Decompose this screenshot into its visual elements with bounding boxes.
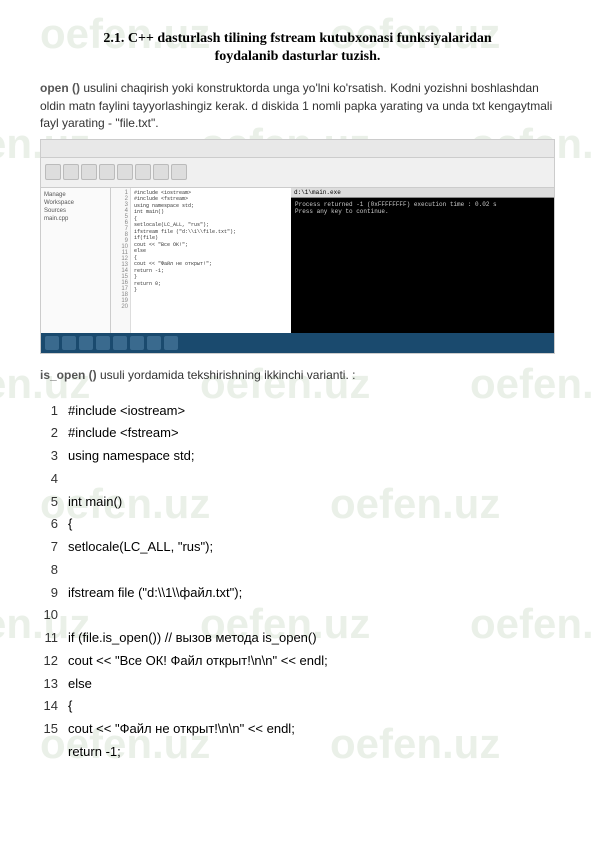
taskbar-icon	[62, 336, 76, 350]
toolbar-icon	[99, 164, 115, 180]
line-number: 2	[40, 422, 68, 445]
ss-toolbar	[41, 158, 554, 188]
code-text: cout << "Файл не открыт!\n\n" << endl;	[68, 718, 295, 741]
code-row: 6{	[40, 513, 555, 536]
toolbar-icon	[81, 164, 97, 180]
code-line: }	[134, 287, 288, 294]
toolbar-icon	[63, 164, 79, 180]
code-row: 3using namespace std;	[40, 445, 555, 468]
code-listing: 1#include <iostream>2#include <fstream>3…	[40, 400, 555, 764]
code-row: 1#include <iostream>	[40, 400, 555, 423]
side-item: Sources	[44, 207, 107, 215]
toolbar-icon	[171, 164, 187, 180]
ss-taskbar	[41, 333, 554, 353]
code-row: 5int main()	[40, 491, 555, 514]
code-text: cout << "Все ОК! Файл открыт!\n\n" << en…	[68, 650, 328, 673]
line-number: 9	[40, 582, 68, 605]
code-text: else	[68, 673, 92, 696]
heading-text-2: foydalanib dasturlar tuzish.	[215, 49, 381, 64]
line-number	[40, 741, 68, 764]
taskbar-icon	[45, 336, 59, 350]
line-number: 11	[40, 627, 68, 650]
taskbar-icon	[113, 336, 127, 350]
line-number: 12	[40, 650, 68, 673]
ss-body: Manage Workspace Sources main.cpp 123456…	[41, 188, 554, 333]
taskbar-icon	[79, 336, 93, 350]
taskbar-icon	[130, 336, 144, 350]
code-row: 12cout << "Все ОК! Файл открыт!\n\n" << …	[40, 650, 555, 673]
code-text: ifstream file ("d:\\1\\файл.txt");	[68, 582, 242, 605]
line-number: 7	[40, 536, 68, 559]
code-text: if (file.is_open()) // вызов метода is_o…	[68, 627, 317, 650]
line-number: 13	[40, 673, 68, 696]
taskbar-icon	[147, 336, 161, 350]
line-number: 1	[40, 400, 68, 423]
toolbar-icon	[45, 164, 61, 180]
code-text: return -1;	[68, 741, 121, 764]
ss-menubar	[41, 140, 554, 158]
heading-number: 2.1.	[103, 31, 124, 46]
line-number: 4	[40, 468, 68, 491]
toolbar-icon	[135, 164, 151, 180]
line-number: 10	[40, 604, 68, 627]
code-row: 4	[40, 468, 555, 491]
paragraph-text: usulini chaqirish yoki konstruktorda ung…	[40, 81, 552, 130]
side-item: main.cpp	[44, 215, 107, 223]
term-line: Press any key to continue.	[295, 208, 550, 215]
heading-text-1: C++ dasturlash tilining fstream kutubxon…	[128, 31, 492, 46]
gutter-line: 20	[113, 304, 128, 310]
isopen-keyword: is_open ()	[40, 368, 97, 382]
ss-gutter: 1234567891011121314151617181920	[111, 188, 131, 333]
taskbar-icon	[164, 336, 178, 350]
para2-text: usuli yordamida tekshirishning ikkinchi …	[97, 368, 356, 382]
code-row: 2#include <fstream>	[40, 422, 555, 445]
code-text: #include <fstream>	[68, 422, 179, 445]
term-title: d:\1\main.exe	[291, 188, 554, 198]
line-number: 3	[40, 445, 68, 468]
code-row: 15cout << "Файл не открыт!\n\n" << endl;	[40, 718, 555, 741]
ss-code-editor: #include <iostream>#include <fstream>usi…	[131, 188, 291, 333]
code-text: using namespace std;	[68, 445, 194, 468]
side-title: Manage	[44, 191, 107, 199]
line-number: 6	[40, 513, 68, 536]
code-text: {	[68, 695, 72, 718]
code-text: int main()	[68, 491, 122, 514]
code-text: #include <iostream>	[68, 400, 185, 423]
open-keyword: open ()	[40, 81, 80, 95]
code-row: 7setlocale(LC_ALL, "rus");	[40, 536, 555, 559]
line-number: 5	[40, 491, 68, 514]
side-item: Workspace	[44, 199, 107, 207]
intro-paragraph: open () usulini chaqirish yoki konstrukt…	[40, 80, 555, 132]
code-row: 11if (file.is_open()) // вызов метода is…	[40, 627, 555, 650]
code-row: 9ifstream file ("d:\\1\\файл.txt");	[40, 582, 555, 605]
second-paragraph: is_open () usuli yordamida tekshirishnin…	[40, 368, 555, 382]
page-content: 2.1. C++ dasturlash tilining fstream kut…	[0, 0, 595, 784]
code-row: 10	[40, 604, 555, 627]
line-number: 15	[40, 718, 68, 741]
code-row: 13else	[40, 673, 555, 696]
ss-sidebar: Manage Workspace Sources main.cpp	[41, 188, 111, 333]
term-line: Process returned -1 (0xFFFFFFFF) executi…	[295, 201, 550, 208]
toolbar-icon	[153, 164, 169, 180]
toolbar-icon	[117, 164, 133, 180]
section-heading: 2.1. C++ dasturlash tilining fstream kut…	[40, 30, 555, 66]
code-row: 14{	[40, 695, 555, 718]
ss-terminal: d:\1\main.exe Process returned -1 (0xFFF…	[291, 188, 554, 333]
code-row: 8	[40, 559, 555, 582]
line-number: 8	[40, 559, 68, 582]
line-number: 14	[40, 695, 68, 718]
code-text: {	[68, 513, 72, 536]
taskbar-icon	[96, 336, 110, 350]
code-text: setlocale(LC_ALL, "rus");	[68, 536, 213, 559]
code-row: return -1;	[40, 741, 555, 764]
ide-screenshot: Manage Workspace Sources main.cpp 123456…	[40, 139, 555, 354]
